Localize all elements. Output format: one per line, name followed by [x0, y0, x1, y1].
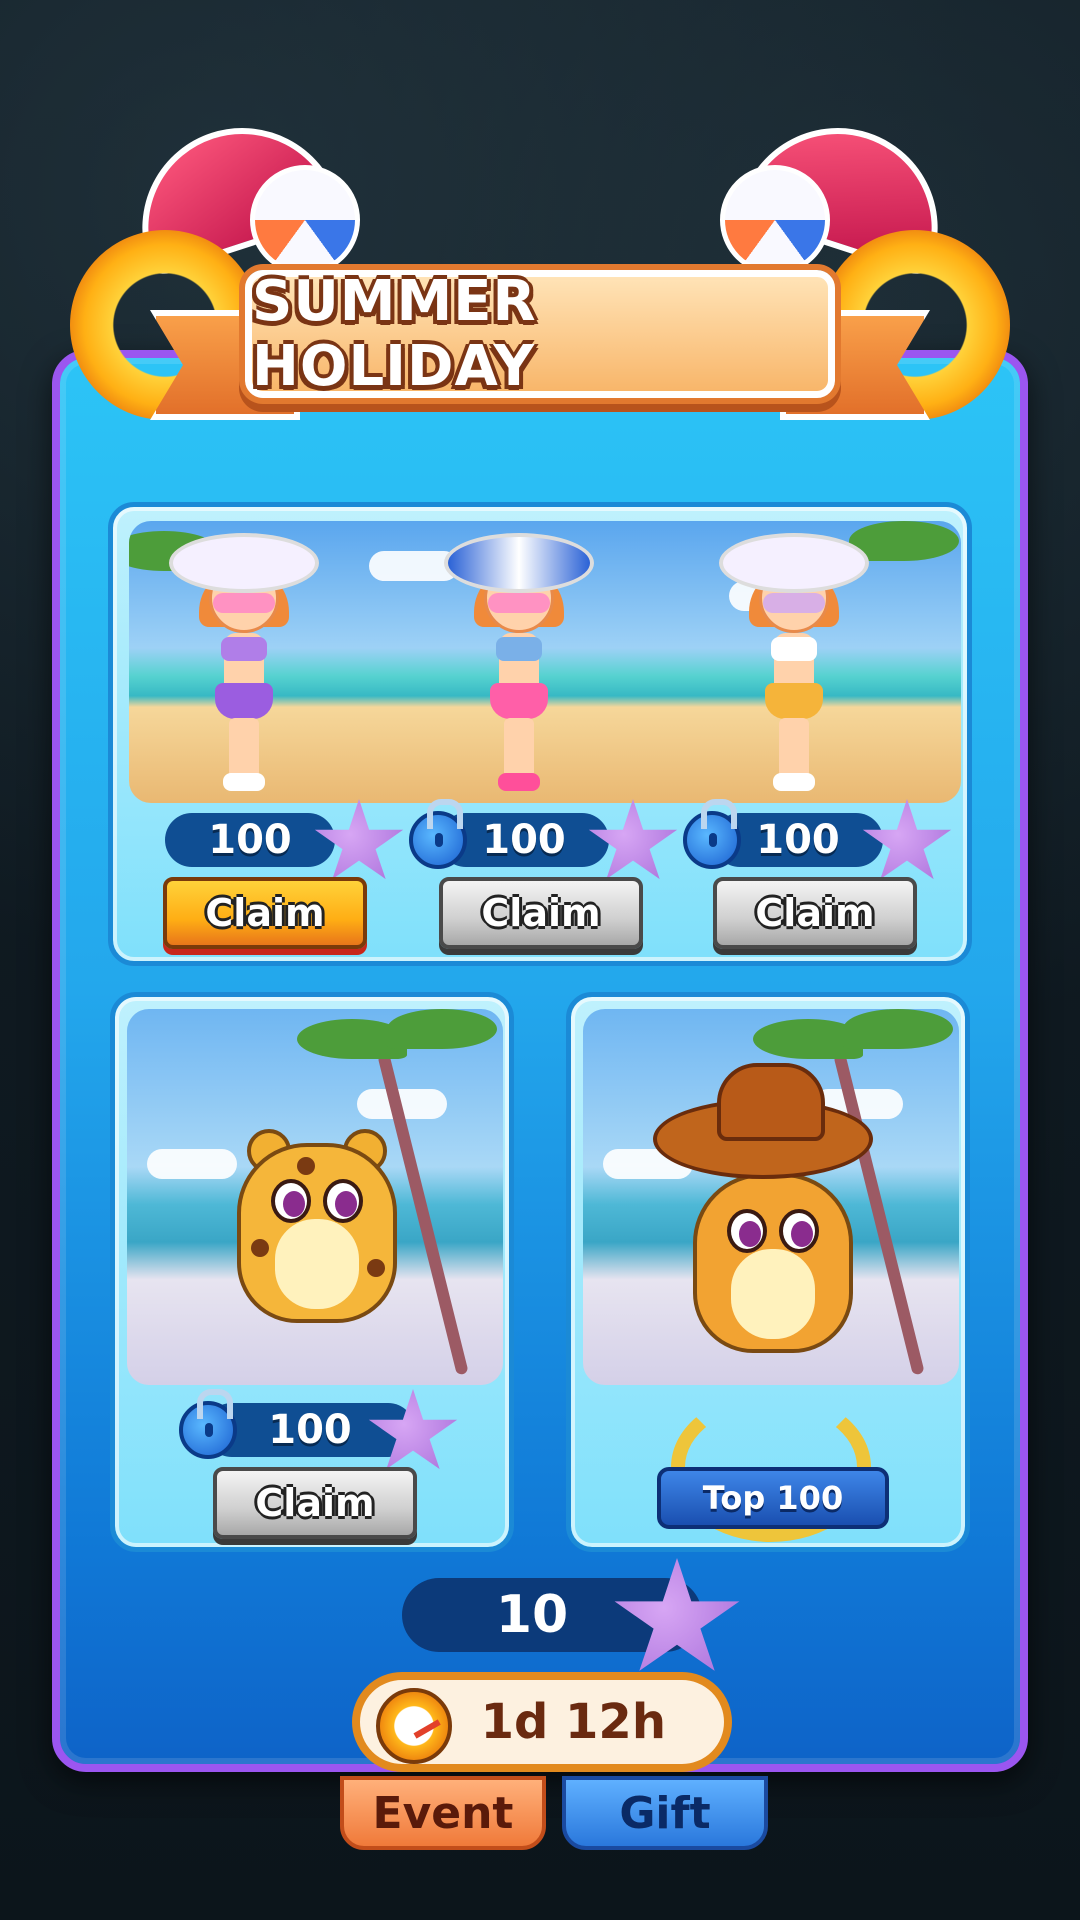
- lock-icon: [683, 799, 741, 869]
- event-title: SUMMER HOLIDAY: [252, 269, 537, 399]
- cowboy-hat: [653, 1063, 873, 1179]
- beach-scene: [129, 521, 961, 803]
- claim-button-pet[interactable]: Claim: [213, 1467, 417, 1539]
- beach-ball-left: [250, 165, 360, 275]
- claim-button-3[interactable]: Claim: [713, 877, 917, 949]
- pet-reward-card: 100 Claim: [110, 992, 514, 1552]
- outfit-3-character: [719, 533, 869, 803]
- top-rank-reward-card: Top 100: [566, 992, 970, 1552]
- outfit-2-character: [444, 533, 594, 803]
- event-timer: 1d 12h: [352, 1672, 732, 1772]
- starfish-count: 10: [495, 1585, 569, 1645]
- pet-reward-cost-value: 100: [268, 1407, 352, 1453]
- reward-1-cost-value: 100: [208, 817, 292, 863]
- tab-gift[interactable]: Gift: [562, 1776, 768, 1850]
- tab-event[interactable]: Event: [340, 1776, 546, 1850]
- outfit-rewards-card: 100 Claim 100 Claim 100 Claim: [108, 502, 972, 966]
- claim-button-2[interactable]: Claim: [439, 877, 643, 949]
- top-100-badge: Top 100: [657, 1467, 889, 1529]
- title-plate: SUMMER HOLIDAY: [245, 269, 835, 399]
- outfit-1-character: [169, 533, 319, 803]
- stopwatch-icon: [376, 1688, 452, 1764]
- reward-2-cost-value: 100: [482, 817, 566, 863]
- beach-ball-right: [720, 165, 830, 275]
- pet-scene: [583, 1009, 959, 1385]
- lock-icon: [179, 1389, 237, 1459]
- leopard-pet: [237, 1129, 397, 1329]
- reward-1-cost: 100: [165, 813, 335, 867]
- claim-button-1[interactable]: Claim: [163, 877, 367, 949]
- pet-scene: [127, 1009, 503, 1385]
- lock-icon: [409, 799, 467, 869]
- reward-3-cost-value: 100: [756, 817, 840, 863]
- timer-value: 1d 12h: [480, 1694, 666, 1750]
- cowboy-pet: [693, 1159, 853, 1359]
- event-header: SUMMER HOLIDAY: [60, 102, 1020, 440]
